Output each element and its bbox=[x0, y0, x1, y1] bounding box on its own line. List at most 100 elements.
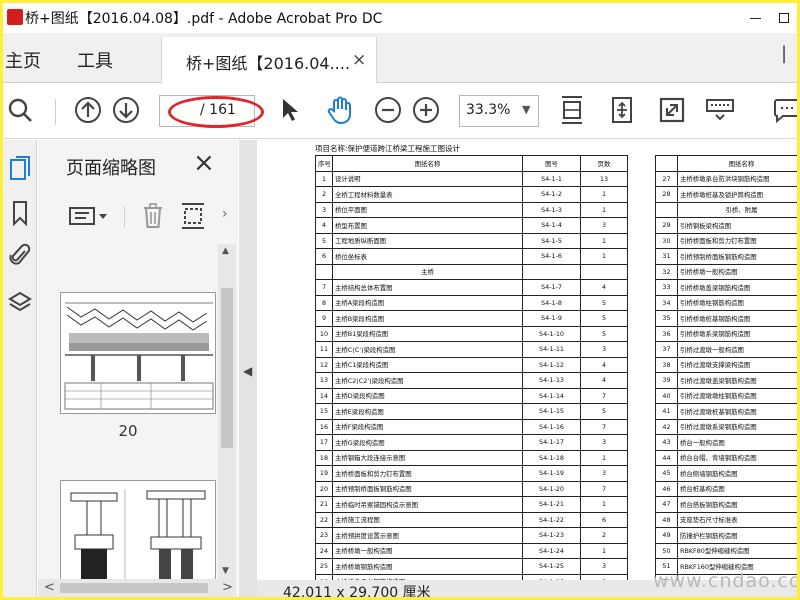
table-cell: 引桥过渡墩桩基钢筋构造图 bbox=[677, 403, 797, 420]
keyboard-shortcuts-button[interactable] bbox=[703, 93, 737, 127]
page-size-button[interactable] bbox=[178, 200, 208, 232]
table-cell: 主桥B1梁段构造图 bbox=[332, 325, 523, 342]
scroll-down-icon[interactable]: ▼ bbox=[222, 566, 229, 576]
table-cell: S4-1-14 bbox=[522, 387, 581, 404]
document-view[interactable]: 项目名称:保护便道跨江桥梁工程施工图设计 序号 图纸名称 图号 页数 1 设计说明… bbox=[257, 140, 797, 597]
minimize-button[interactable] bbox=[735, 5, 775, 31]
table-row: 14 主桥D梁段构造图 S4-1-14 7 bbox=[315, 387, 628, 404]
table-cell bbox=[655, 201, 678, 218]
panel-toolbar-separator bbox=[124, 206, 125, 228]
page-number-box[interactable]: / 161 bbox=[159, 95, 255, 127]
table-row: 12 主桥C1梁段构造图 S4-1-12 4 bbox=[315, 356, 628, 373]
table-row: 47 桥台搭板钢筋构造图 bbox=[655, 496, 797, 513]
column-header: 图纸名称 bbox=[677, 155, 797, 172]
tab-bar: 主页 工具 桥+图纸【2016.04.... × | bbox=[3, 33, 797, 84]
table-cell: S4-1-18 bbox=[522, 449, 581, 466]
table-cell: 桥型布置图 bbox=[332, 217, 523, 234]
previous-page-button[interactable] bbox=[71, 93, 105, 127]
table-cell: 引桥过渡墩一般构造图 bbox=[677, 341, 797, 358]
column-header: 图号 bbox=[522, 155, 581, 172]
table-row: 3 桥位平面图 S4-1-3 1 bbox=[315, 201, 628, 218]
page-number-input[interactable] bbox=[162, 99, 198, 123]
thumbnail-options-button[interactable] bbox=[68, 200, 110, 232]
table-cell: S4-1-4 bbox=[522, 217, 581, 234]
table-cell: 主桥桥墩承台防洪块钢筋构造图 bbox=[677, 170, 797, 187]
collapse-panel-icon[interactable]: ◀ bbox=[243, 364, 252, 378]
table-row: 2 全桥工程材料数量表 S4-1-2 1 bbox=[315, 186, 628, 203]
thumbnail-vertical-scrollbar[interactable]: ▲ ▼ bbox=[218, 244, 236, 579]
hand-tool-button[interactable] bbox=[323, 93, 357, 127]
more-tools-icon[interactable]: › bbox=[222, 206, 228, 222]
page-thumbnail-21[interactable] bbox=[60, 480, 216, 579]
table-cell: 5 bbox=[580, 325, 628, 342]
drawing-preview-icon bbox=[64, 302, 214, 410]
table-cell: 桥位坐标表 bbox=[332, 248, 523, 265]
attachments-rail-button[interactable] bbox=[5, 240, 35, 270]
full-screen-icon bbox=[659, 97, 685, 123]
maximize-button[interactable] bbox=[775, 5, 797, 31]
table-row: 8 主桥A梁段构造图 S4-1-8 5 bbox=[315, 294, 628, 311]
pdf-page: 项目名称:保护便道跨江桥梁工程施工图设计 序号 图纸名称 图号 页数 1 设计说明… bbox=[257, 140, 797, 590]
scroll-mode-button[interactable] bbox=[605, 93, 639, 127]
search-button[interactable] bbox=[3, 93, 37, 127]
page-thumbnail-20[interactable] bbox=[60, 292, 216, 414]
table-cell: 主桥 bbox=[332, 263, 523, 280]
table-cell: 主桥预制桥面板钢筋构造图 bbox=[332, 480, 523, 497]
tab-home[interactable]: 主页 bbox=[5, 47, 41, 73]
page-thumbnails-rail-button[interactable] bbox=[5, 154, 35, 184]
table-cell: 25 bbox=[315, 558, 333, 575]
table-cell: 33 bbox=[655, 279, 678, 296]
table-cell: 14 bbox=[315, 387, 333, 404]
thumbnail-list: 20 bbox=[38, 244, 218, 579]
table-row: 引桥、附属 bbox=[655, 201, 797, 218]
thumbnail-scroll-thumb[interactable] bbox=[221, 288, 233, 448]
thumbnail-hscroll-thumb[interactable] bbox=[60, 583, 208, 593]
table-cell: 引桥桥墩一般构造图 bbox=[677, 263, 797, 280]
table-cell: 9 bbox=[315, 310, 333, 327]
table-cell: 引桥桥墩盖梁钢筋构造图 bbox=[677, 279, 797, 296]
table-row: 40 引桥过渡墩墩柱钢筋构造图 bbox=[655, 387, 797, 404]
table-cell: S4-1-1 bbox=[522, 170, 581, 187]
paperclip-icon bbox=[9, 243, 31, 265]
scroll-left-icon[interactable]: < bbox=[44, 580, 55, 595]
bookmarks-rail-button[interactable] bbox=[5, 198, 35, 228]
table-cell: 5 bbox=[580, 403, 628, 420]
page-thumbnails-icon bbox=[10, 156, 30, 180]
table-row: 38 引桥过渡墩支撑梁构造图 bbox=[655, 356, 797, 373]
table-cell: S4-1-22 bbox=[522, 511, 581, 528]
full-screen-button[interactable] bbox=[655, 93, 689, 127]
thumbnail-horizontal-scrollbar[interactable]: < > bbox=[38, 579, 236, 597]
tab-tools[interactable]: 工具 bbox=[77, 47, 113, 73]
scroll-up-icon[interactable]: ▲ bbox=[222, 246, 229, 256]
select-tool-button[interactable] bbox=[273, 93, 307, 127]
zoom-dropdown[interactable]: 33.3% ▼ bbox=[459, 95, 539, 127]
table-cell: 7 bbox=[315, 279, 333, 296]
table-row: 18 主桥钢箱大段连接示意图 S4-1-18 1 bbox=[315, 449, 628, 466]
table-row: 42 引桥过渡墩系梁钢筋构造图 bbox=[655, 418, 797, 435]
table-cell: 引桥过渡墩墩柱钢筋构造图 bbox=[677, 387, 797, 404]
table-row: 41 引桥过渡墩桩基钢筋构造图 bbox=[655, 403, 797, 420]
scroll-right-icon[interactable]: > bbox=[222, 580, 233, 595]
document-tab[interactable]: 桥+图纸【2016.04.... × bbox=[161, 37, 377, 84]
fit-page-button[interactable] bbox=[555, 93, 589, 127]
table-cell: 28 bbox=[655, 186, 678, 203]
zoom-in-button[interactable] bbox=[409, 93, 443, 127]
close-tab-icon[interactable]: × bbox=[352, 50, 366, 70]
table-cell: 桥台台帽、背墙钢筋构造图 bbox=[677, 449, 797, 466]
table-cell: 主桥钢箱大段连接示意图 bbox=[332, 449, 523, 466]
table-cell: 3 bbox=[580, 434, 628, 451]
table-cell: 13 bbox=[580, 170, 628, 187]
panel-splitter[interactable]: ◀ bbox=[239, 140, 257, 597]
more-tabs-icon[interactable]: | bbox=[781, 43, 787, 64]
table-cell: 主桥C2(C2')梁段构造图 bbox=[332, 372, 523, 389]
table-cell: 37 bbox=[655, 341, 678, 358]
table-cell: 1 bbox=[580, 232, 628, 249]
delete-pages-button[interactable] bbox=[136, 200, 170, 232]
next-page-button[interactable] bbox=[109, 93, 143, 127]
close-panel-icon[interactable]: × bbox=[193, 150, 215, 176]
layers-rail-button[interactable] bbox=[5, 288, 35, 318]
zoom-out-button[interactable] bbox=[371, 93, 405, 127]
comment-button[interactable] bbox=[769, 93, 797, 127]
table-cell: 6 bbox=[315, 248, 333, 265]
page-thumbnails-panel: 页面缩略图 × › 20 ▲ ▼ < > bbox=[38, 140, 238, 597]
